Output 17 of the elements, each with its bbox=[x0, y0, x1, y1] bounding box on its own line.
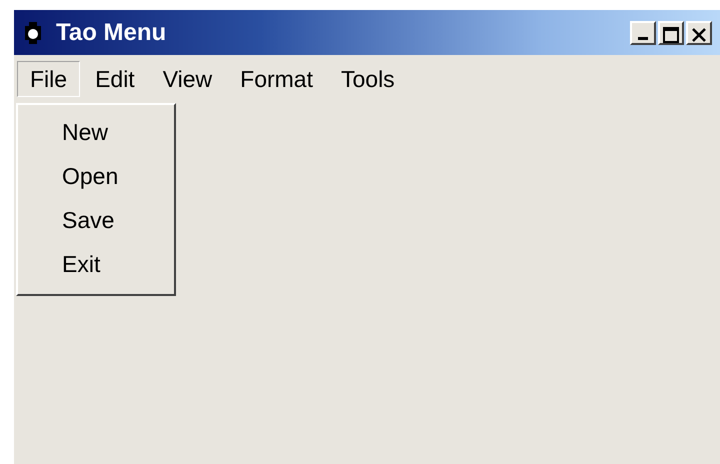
menu-item[interactable]: File bbox=[17, 60, 80, 96]
menu-item[interactable]: Tools bbox=[328, 60, 408, 96]
maximize-button[interactable] bbox=[658, 20, 684, 44]
window-title: Tao Menu bbox=[56, 18, 166, 48]
minimize-icon bbox=[638, 36, 648, 40]
menu-item[interactable]: View bbox=[150, 60, 226, 96]
maximize-icon bbox=[663, 26, 679, 42]
menu-option[interactable]: Open bbox=[62, 159, 174, 203]
menu-item[interactable]: Edit bbox=[82, 60, 148, 96]
menu-option[interactable]: Exit bbox=[62, 247, 174, 291]
close-icon bbox=[691, 26, 707, 42]
menu-item[interactable]: Format bbox=[227, 60, 326, 96]
menu-option[interactable]: Save bbox=[62, 203, 174, 247]
close-button[interactable] bbox=[686, 20, 712, 44]
menu-option[interactable]: New bbox=[62, 115, 174, 159]
app-icon bbox=[22, 20, 44, 46]
minimize-button[interactable] bbox=[630, 20, 656, 44]
